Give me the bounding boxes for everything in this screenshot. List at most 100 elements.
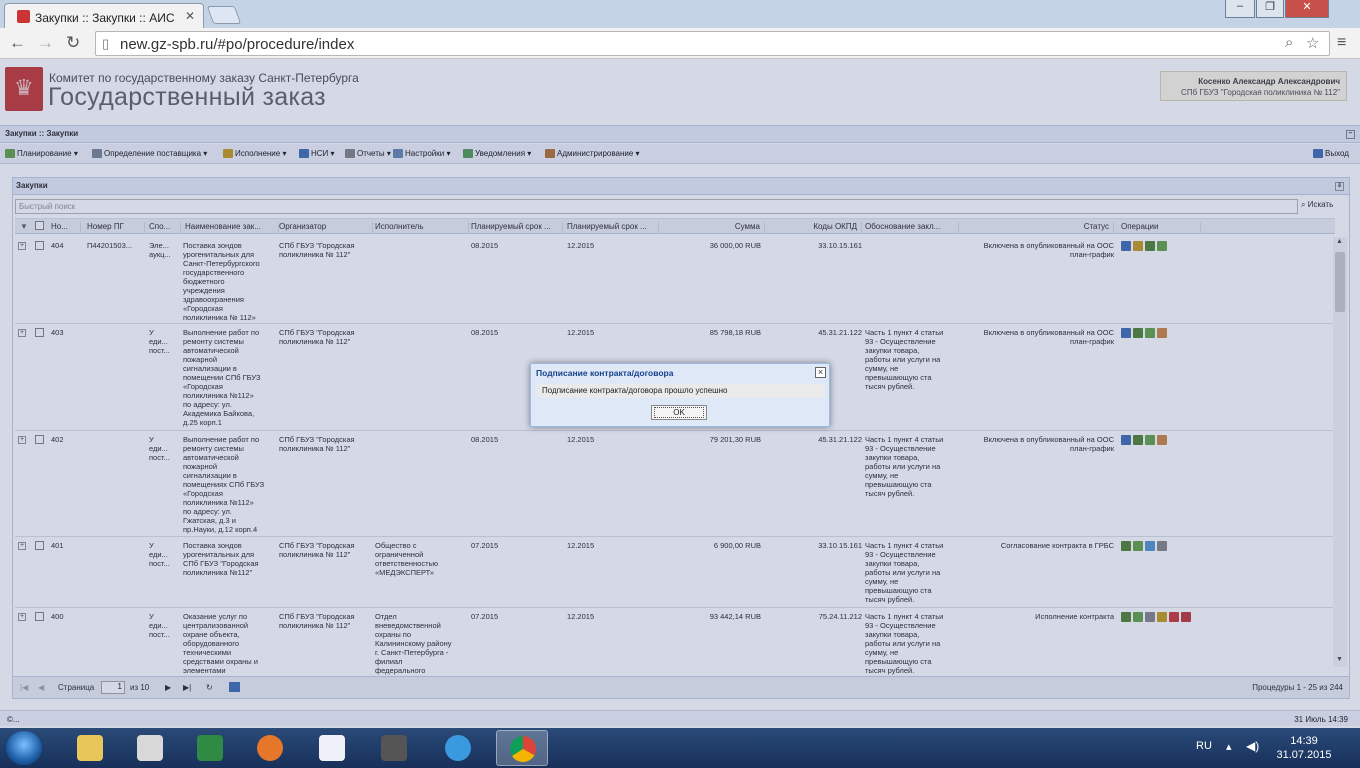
column-header-8[interactable]: Сумма <box>661 222 765 233</box>
taskbar-ie[interactable] <box>432 730 484 766</box>
zoom-icon[interactable]: ⌕ <box>1285 34 1293 51</box>
new-tab-button[interactable] <box>206 6 242 24</box>
operation-icon[interactable] <box>1145 541 1155 551</box>
table-row[interactable]: +400 У еди... пост... Оказание услуг по це… <box>15 608 1335 678</box>
scroll-up-icon[interactable]: ▲ <box>1336 238 1343 245</box>
table-row[interactable]: +402 У еди... пост... Выполнение работ по … <box>15 431 1335 537</box>
taskbar-firefox[interactable] <box>244 730 296 766</box>
row-checkbox[interactable] <box>35 612 44 621</box>
tab-close-icon[interactable]: ✕ <box>185 9 195 23</box>
column-header-5[interactable]: Исполнитель <box>375 222 469 233</box>
logout-button[interactable]: Выход <box>1313 149 1349 158</box>
taskbar-chrome[interactable] <box>496 730 548 766</box>
operation-icon[interactable] <box>1121 435 1131 445</box>
filter-icon[interactable]: ▼ <box>20 222 28 231</box>
column-header-9[interactable]: Коды ОКПД <box>767 222 862 233</box>
expand-row-icon[interactable]: + <box>18 542 26 550</box>
column-header-4[interactable]: Организатор <box>279 222 373 233</box>
operation-icon[interactable] <box>1145 241 1155 251</box>
page-number-input[interactable]: 1 <box>101 681 125 694</box>
operation-icon[interactable] <box>1157 328 1167 338</box>
operation-icon[interactable] <box>1133 241 1143 251</box>
column-header-2[interactable]: Спо... <box>149 222 181 233</box>
operation-icon[interactable] <box>1157 541 1167 551</box>
row-checkbox[interactable] <box>35 435 44 444</box>
scroll-thumb[interactable] <box>1335 252 1345 312</box>
menu-item-4[interactable]: Отчеты ▾ <box>345 149 391 158</box>
table-row[interactable]: +401 У еди... пост... Поставка зондов урог… <box>15 537 1335 608</box>
search-button[interactable]: ⌕ Искать <box>1301 200 1333 210</box>
close-window-button[interactable]: ✕ <box>1285 0 1329 18</box>
last-page-icon[interactable]: ▶| <box>183 683 191 692</box>
menu-item-0[interactable]: Планирование ▾ <box>5 149 78 158</box>
operation-icon[interactable] <box>1133 541 1143 551</box>
taskbar-editor[interactable] <box>306 730 358 766</box>
ok-button[interactable]: OK <box>651 405 707 420</box>
row-checkbox[interactable] <box>35 541 44 550</box>
browser-tab[interactable]: Закупки :: Закупки :: АИС ✕ <box>4 3 204 28</box>
menu-item-5[interactable]: Настройки ▾ <box>393 149 450 158</box>
operation-icon[interactable] <box>1133 435 1143 445</box>
tray-arrow-icon[interactable]: ▴ <box>1226 740 1232 753</box>
volume-icon[interactable]: ◀) <box>1246 739 1259 753</box>
operation-icon[interactable] <box>1145 612 1155 622</box>
chrome-menu-icon[interactable]: ≡ <box>1337 34 1346 52</box>
operation-icon[interactable] <box>1169 612 1179 622</box>
expand-row-icon[interactable]: + <box>18 242 26 250</box>
vertical-scrollbar[interactable]: ▲ ▼ <box>1333 237 1347 667</box>
expand-row-icon[interactable]: + <box>18 436 26 444</box>
expand-row-icon[interactable]: + <box>18 329 26 337</box>
column-header-11[interactable]: Статус <box>961 222 1114 233</box>
operation-icon[interactable] <box>1157 435 1167 445</box>
operation-icon[interactable] <box>1133 612 1143 622</box>
operation-icon[interactable] <box>1157 241 1167 251</box>
export-icon[interactable] <box>229 682 240 692</box>
column-header-0[interactable]: Но... <box>51 222 81 233</box>
star-icon[interactable]: ☆ <box>1306 34 1319 52</box>
collapse-icon[interactable]: – <box>1346 130 1355 139</box>
column-header-6[interactable]: Планируемый срок ... <box>471 222 563 233</box>
grid-tool-icon[interactable]: ⇩ <box>1335 182 1344 191</box>
column-header-7[interactable]: Планируемый срок ... <box>567 222 659 233</box>
quick-search-input[interactable]: Быстрый поиск <box>15 199 1298 214</box>
forward-icon[interactable]: → <box>37 33 54 53</box>
dialog-close-icon[interactable]: × <box>815 367 826 378</box>
operation-icon[interactable] <box>1121 612 1131 622</box>
taskbar-explorer[interactable] <box>64 730 116 766</box>
operation-icon[interactable] <box>1121 328 1131 338</box>
menu-item-1[interactable]: Определение поставщика ▾ <box>92 149 207 158</box>
operation-icon[interactable] <box>1181 612 1191 622</box>
column-header-3[interactable]: Наименование зак... <box>185 222 279 233</box>
row-checkbox[interactable] <box>35 328 44 337</box>
operation-icon[interactable] <box>1145 328 1155 338</box>
menu-item-3[interactable]: НСИ ▾ <box>299 149 335 158</box>
column-header-1[interactable]: Номер ПГ <box>87 222 145 233</box>
scroll-down-icon[interactable]: ▼ <box>1336 656 1343 663</box>
reload-icon[interactable]: ↻ <box>66 33 80 53</box>
operation-icon[interactable] <box>1121 541 1131 551</box>
table-row[interactable]: +404 П44201503... Эле... аукц... Поставка з… <box>15 237 1335 324</box>
operation-icon[interactable] <box>1145 435 1155 445</box>
row-checkbox[interactable] <box>35 241 44 250</box>
expand-row-icon[interactable]: + <box>18 613 26 621</box>
next-page-icon[interactable]: ▶ <box>165 683 171 692</box>
select-all-checkbox[interactable] <box>35 221 44 230</box>
operation-icon[interactable] <box>1157 612 1167 622</box>
column-header-12[interactable]: Операции <box>1121 222 1201 233</box>
language-indicator[interactable]: RU <box>1196 740 1212 752</box>
menu-item-6[interactable]: Уведомления ▾ <box>463 149 531 158</box>
start-button[interactable] <box>6 731 42 765</box>
prev-page-icon[interactable]: ◀ <box>38 683 44 692</box>
taskbar-scanner[interactable] <box>124 730 176 766</box>
minimize-button[interactable]: ‒ <box>1225 0 1255 18</box>
operation-icon[interactable] <box>1133 328 1143 338</box>
clock[interactable]: 14:39 31.07.2015 <box>1276 734 1332 762</box>
back-icon[interactable]: ← <box>9 33 26 53</box>
taskbar-excel[interactable] <box>184 730 236 766</box>
menu-item-7[interactable]: Администрирование ▾ <box>545 149 640 158</box>
column-header-10[interactable]: Обоснование закл... <box>865 222 959 233</box>
menu-item-2[interactable]: Исполнение ▾ <box>223 149 286 158</box>
operation-icon[interactable] <box>1121 241 1131 251</box>
maximize-button[interactable]: ❐ <box>1256 0 1284 18</box>
taskbar-camera[interactable] <box>368 730 420 766</box>
